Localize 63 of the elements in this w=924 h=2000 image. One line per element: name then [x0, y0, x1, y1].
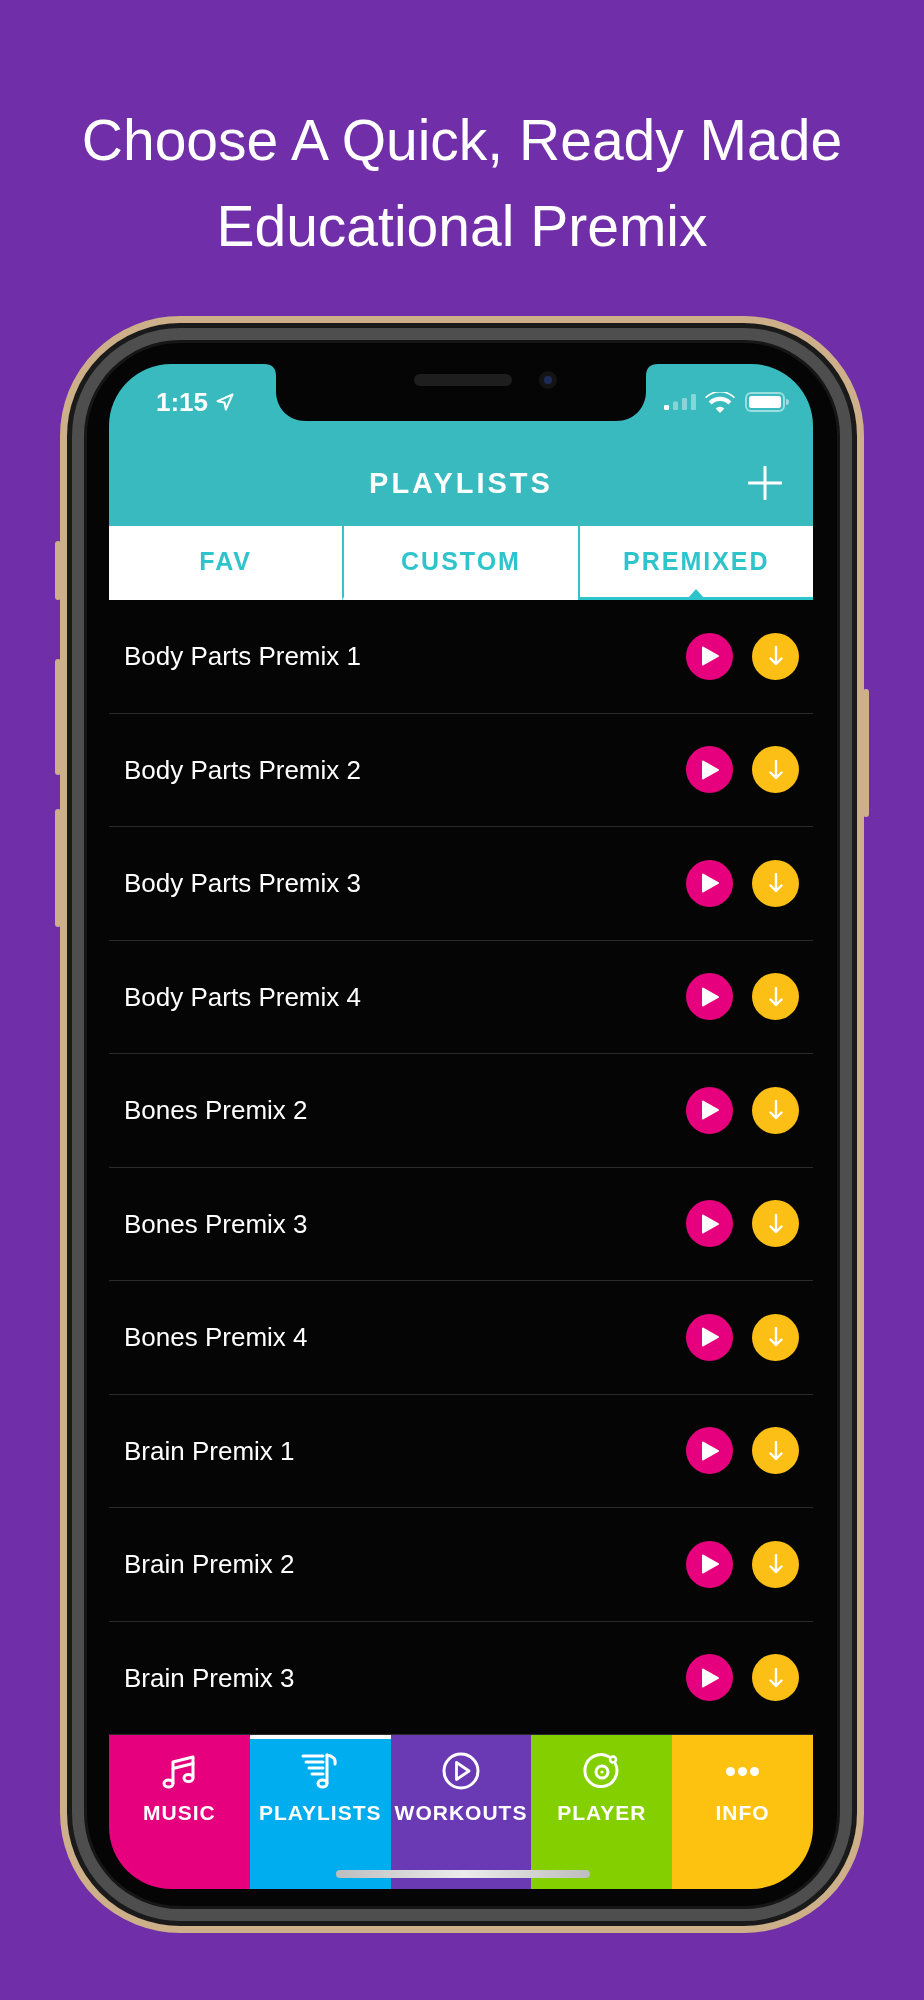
play-icon: [700, 873, 719, 894]
play-button[interactable]: [686, 1427, 733, 1475]
playlist-name[interactable]: Body Parts Premix 2: [124, 753, 686, 786]
download-icon: [768, 1327, 783, 1348]
play-button[interactable]: [686, 973, 733, 1021]
play-circle-icon: [441, 1751, 481, 1791]
wifi-icon: [705, 391, 735, 413]
header-title: PLAYLISTS: [369, 466, 553, 500]
play-icon: [700, 1554, 719, 1575]
playlist-name[interactable]: Brain Premix 1: [124, 1434, 686, 1467]
playlist-name[interactable]: Bones Premix 4: [124, 1321, 686, 1354]
playlist-name[interactable]: Body Parts Premix 3: [124, 867, 686, 900]
disc-icon: [581, 1751, 622, 1791]
play-button[interactable]: [686, 1540, 733, 1588]
download-button[interactable]: [752, 1654, 799, 1702]
headline: Choose A Quick, Ready Made Educational Premix: [80, 107, 844, 260]
play-button[interactable]: [686, 859, 733, 907]
play-icon: [700, 1100, 719, 1121]
download-icon: [768, 1100, 783, 1121]
download-icon: [768, 1554, 783, 1575]
play-button[interactable]: [686, 1086, 733, 1134]
play-button[interactable]: [686, 1200, 733, 1248]
play-icon: [700, 1213, 719, 1234]
play-button[interactable]: [686, 746, 733, 794]
nav-tab[interactable]: WORKOUTS: [390, 1735, 532, 1889]
play-icon: [700, 1667, 719, 1688]
download-icon: [768, 1213, 783, 1234]
play-icon: [700, 1440, 719, 1461]
download-button[interactable]: [752, 859, 799, 907]
location-arrow-icon: [216, 393, 235, 411]
download-button[interactable]: [752, 632, 799, 680]
playlist-name[interactable]: Bones Premix 3: [124, 1207, 686, 1240]
play-icon: [700, 1327, 719, 1348]
download-button[interactable]: [752, 1427, 799, 1475]
play-button[interactable]: [686, 632, 733, 680]
play-icon: [700, 646, 719, 667]
signal-icon: [664, 394, 696, 410]
play-button[interactable]: [686, 1654, 733, 1702]
nav-tab[interactable]: MUSIC: [109, 1735, 250, 1889]
playlist-name[interactable]: Bones Premix 2: [124, 1094, 686, 1127]
playlist-name[interactable]: Brain Premix 3: [124, 1661, 686, 1694]
status-time: 1:15: [156, 387, 209, 417]
download-button[interactable]: [752, 1540, 799, 1588]
more-dots-icon: [724, 1766, 762, 1776]
download-icon: [768, 646, 783, 667]
download-button[interactable]: [752, 746, 799, 794]
playlist-name[interactable]: Body Parts Premix 1: [124, 640, 686, 673]
download-icon: [768, 986, 783, 1007]
play-icon: [700, 986, 719, 1007]
plus-icon: [748, 466, 782, 500]
download-icon: [768, 1667, 783, 1688]
play-icon: [700, 759, 719, 780]
download-button[interactable]: [752, 1086, 799, 1134]
playlist-name[interactable]: Body Parts Premix 4: [124, 980, 686, 1013]
download-icon: [768, 759, 783, 780]
battery-icon: [745, 392, 789, 412]
download-button[interactable]: [752, 1313, 799, 1361]
playlist-name[interactable]: Brain Premix 2: [124, 1548, 686, 1581]
play-button[interactable]: [686, 1313, 733, 1361]
download-button[interactable]: [752, 1200, 799, 1248]
download-button[interactable]: [752, 973, 799, 1021]
download-icon: [768, 1440, 783, 1461]
download-icon: [768, 873, 783, 894]
